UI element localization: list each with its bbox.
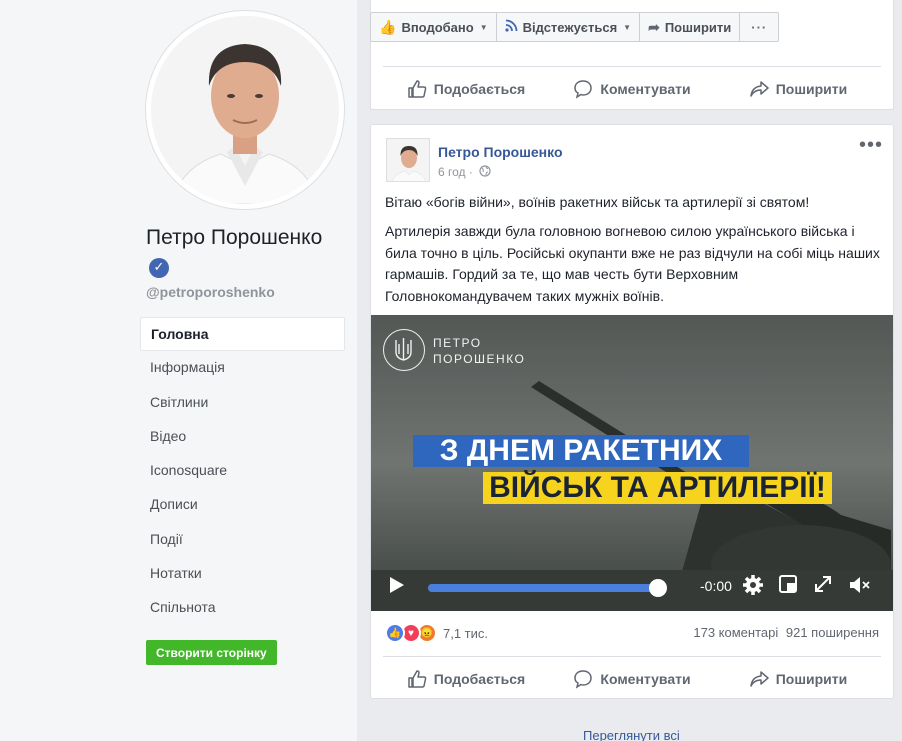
reaction-count: 7,1 тис. (443, 625, 489, 641)
comment-label: Коментувати (600, 80, 691, 97)
page-action-bar: 👍 Вподобано ▼ Відстежується ▼ ➦ Поширити… (370, 12, 780, 42)
post-time-text: 6 год · (438, 165, 473, 179)
mute-icon[interactable] (848, 574, 872, 596)
see-all-link[interactable]: Переглянути всі (583, 728, 680, 741)
nav-item-posts[interactable]: Дописи (140, 488, 345, 522)
share-button[interactable]: Поширити (715, 67, 881, 110)
nav-item-videos[interactable]: Відео (140, 420, 345, 454)
post-text-greeting: Вітаю «богів війни», воїнів ракетних вій… (385, 194, 810, 210)
thumbs-up-icon: 👍 (379, 18, 397, 35)
comment-label: Коментувати (600, 670, 691, 687)
comment-button[interactable]: Коментувати (549, 67, 715, 110)
page-username[interactable]: @petroporoshenko (146, 284, 275, 300)
page-title: Петро Порошенко ✓ (146, 224, 336, 280)
post-author-name[interactable]: Петро Порошенко (438, 144, 563, 160)
post-text-body: Артилерія завжди була головною вогневою … (385, 223, 880, 304)
nav-item-community[interactable]: Спільнота (140, 591, 345, 625)
fullscreen-icon[interactable] (813, 574, 833, 594)
video-time: -0:00 (700, 578, 732, 594)
page-nav: Головна Інформація Світлини Відео Iconos… (140, 317, 345, 626)
video-progress-bar[interactable] (428, 579, 667, 597)
nav-item-home[interactable]: Головна (140, 317, 345, 352)
chevron-down-icon: ▼ (479, 22, 488, 32)
nav-item-info[interactable]: Інформація (140, 351, 345, 385)
like-button[interactable]: Подобається (383, 67, 549, 110)
share-button[interactable]: Поширити (715, 657, 881, 700)
verified-badge-icon: ✓ (149, 258, 169, 278)
like-button[interactable]: Подобається (383, 657, 549, 700)
post-card: Петро Порошенко 6 год · ••• Вітаю «богів… (370, 124, 894, 699)
video-logo-line2: ПОРОШЕНКО (433, 352, 526, 366)
nav-item-iconosquare[interactable]: Iconosquare (140, 454, 345, 488)
liked-button[interactable]: 👍 Вподобано ▼ (371, 13, 497, 41)
video-logo-text: ПЕТРО ПОРОШЕНКО (433, 335, 525, 367)
globe-icon (479, 165, 491, 177)
video-scrubber-handle[interactable] (649, 579, 667, 597)
post-video[interactable]: ПЕТРО ПОРОШЕНКО З ДНЕМ РАКЕТНИХ ВІЙСЬК Т… (371, 315, 893, 611)
video-banner-yellow: ВІЙСЬК ТА АРТИЛЕРІЇ! (483, 472, 832, 504)
share-icon (749, 670, 769, 687)
settings-gear-icon[interactable] (742, 574, 764, 596)
nav-item-notes[interactable]: Нотатки (140, 557, 345, 591)
following-button[interactable]: Відстежується ▼ (497, 13, 641, 41)
video-logo-line1: ПЕТРО (433, 336, 482, 350)
comment-icon (574, 669, 593, 689)
post-author-avatar[interactable] (386, 138, 430, 182)
page-sidebar: Петро Порошенко ✓ @petroporoshenko Головн… (0, 0, 357, 741)
share-arrow-icon: ➦ (648, 18, 660, 35)
like-label: Подобається (433, 670, 526, 687)
following-label: Відстежується (522, 19, 618, 35)
chevron-down-icon: ▼ (623, 22, 632, 32)
video-controls: -0:00 (371, 561, 893, 611)
post-stats: 173 коментарі 921 поширення (689, 625, 879, 640)
share-label: Поширити (775, 670, 848, 687)
nav-item-events[interactable]: Події (140, 523, 345, 557)
post-options-icon[interactable]: ••• (859, 135, 883, 155)
create-page-button[interactable]: Створити сторінку (146, 640, 277, 665)
video-banner-blue: З ДНЕМ РАКЕТНИХ (413, 435, 749, 467)
trident-logo-icon (383, 329, 425, 371)
share-page-label: Поширити (664, 19, 732, 35)
share-icon (749, 80, 769, 97)
play-icon[interactable] (388, 575, 406, 595)
video-progress-fill (428, 584, 658, 592)
reactions-summary[interactable]: 👍 ♥ 😠 7,1 тис. (385, 623, 488, 643)
post-actions: Подобається Коментувати Поширити (383, 656, 881, 700)
post-timestamp[interactable]: 6 год · (438, 165, 491, 179)
like-icon (408, 79, 427, 98)
share-label: Поширити (775, 80, 848, 97)
like-label: Подобається (433, 80, 526, 97)
nav-item-photos[interactable]: Світлини (140, 386, 345, 420)
picture-in-picture-icon[interactable] (778, 574, 798, 594)
profile-picture[interactable] (146, 11, 344, 209)
rss-icon (505, 19, 518, 35)
comment-icon (574, 79, 593, 99)
more-dots-icon: ··· (751, 19, 768, 35)
like-icon (408, 669, 427, 688)
page-title-text: Петро Порошенко (146, 226, 323, 249)
share-count[interactable]: 921 поширення (786, 625, 879, 640)
previous-post-actions: Подобається Коментувати Поширити (383, 66, 881, 110)
more-button[interactable]: ··· (740, 13, 778, 41)
like-reaction-icon: 👍 (385, 623, 405, 643)
comment-count[interactable]: 173 коментарі (693, 625, 778, 640)
comment-button[interactable]: Коментувати (549, 657, 715, 700)
liked-label: Вподобано (401, 19, 474, 35)
profile-photo (151, 16, 339, 204)
share-page-button[interactable]: ➦ Поширити (640, 13, 741, 41)
